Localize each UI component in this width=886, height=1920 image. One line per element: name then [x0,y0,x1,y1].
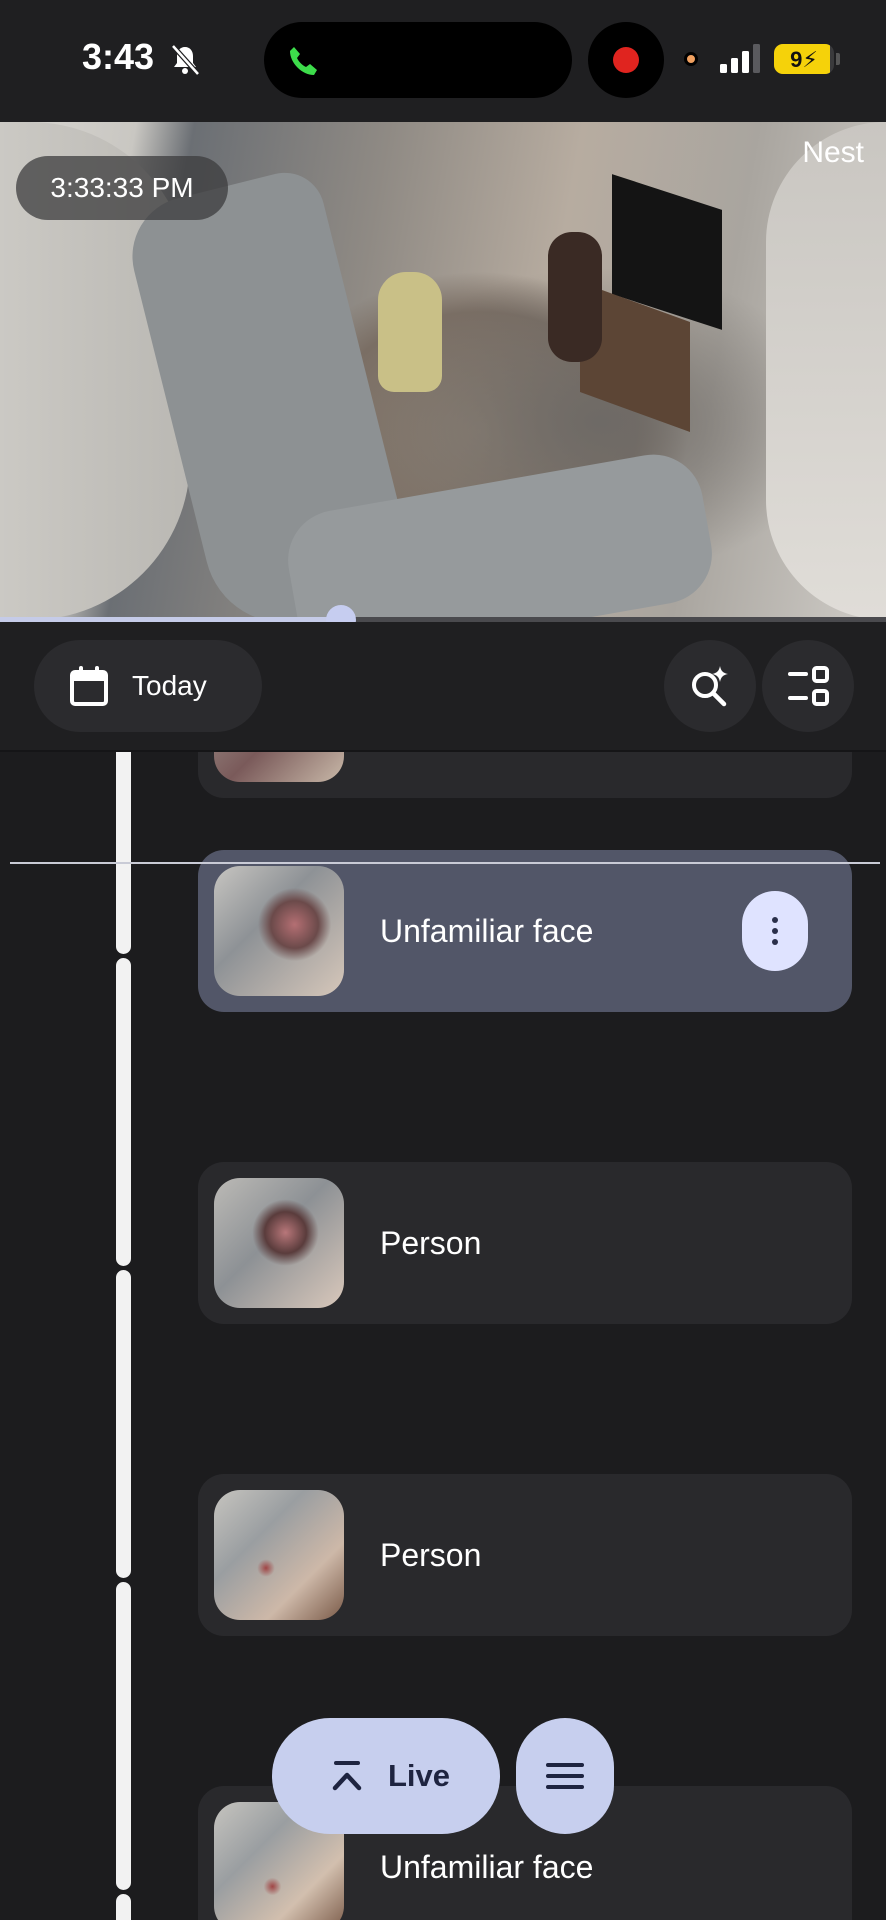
status-bar: 3:43 9⚡ [0,0,886,122]
history-toolbar: Today [0,622,886,750]
live-label: Live [388,1758,451,1793]
more-vert-icon-dot [772,928,778,934]
event-label: Unfamiliar face [380,913,594,949]
video-scene-person [548,232,602,362]
timeline-segment [116,752,131,954]
timeline-segment [116,1894,131,1920]
timeline-segment [116,1270,131,1578]
status-time: 3:43 [82,36,155,77]
video-scene-child [378,272,442,392]
battery-cap [836,53,840,65]
menu-icon-bar [546,1763,584,1767]
silent-bell-icon [171,44,200,76]
dynamic-island[interactable] [264,22,572,98]
timeline-segment [116,1582,131,1890]
timeline-segment [116,958,131,1266]
event-label: Person [380,1225,482,1261]
battery-indicator: 9⚡ [774,44,834,74]
date-picker-button[interactable]: Today [34,640,262,732]
more-vert-icon-dot [772,917,778,923]
phone-call-icon [290,47,317,75]
battery-level-text: 9⚡ [790,47,818,72]
calendar-icon [70,666,108,706]
timeline-view-icon [788,666,829,706]
event-card[interactable] [198,752,852,798]
event-label: Person [380,1537,482,1573]
view-toggle-button[interactable] [762,640,854,732]
menu-button[interactable] [516,1718,614,1834]
event-card-selected[interactable]: Unfamiliar face [198,850,852,1012]
camera-feed[interactable]: 3:33:33 PM Nest [0,122,886,620]
record-dot-icon [613,47,639,73]
event-thumbnail [214,866,344,996]
video-scene-wall-right [766,122,886,620]
video-timestamp: 3:33:33 PM [16,156,228,220]
jump-to-top-icon [332,1761,362,1791]
mic-in-use-indicator [684,52,698,66]
date-label: Today [132,670,207,701]
screen-recording-indicator[interactable] [588,22,664,98]
cellular-signal-icon [720,44,760,73]
more-vert-icon-dot [772,939,778,945]
event-card[interactable]: Person [198,1474,852,1636]
event-thumbnail [214,1490,344,1620]
nest-watermark: Nest [802,136,864,169]
event-more-options-button[interactable] [742,891,808,971]
go-live-button[interactable]: Live [272,1718,500,1834]
event-card[interactable]: Person [198,1162,852,1324]
sparkle-search-icon [692,666,728,707]
menu-icon-bar [546,1785,584,1789]
current-time-line [10,862,880,864]
event-thumbnail [214,1178,344,1308]
event-thumbnail [214,752,344,782]
menu-icon-bar [546,1774,584,1778]
ai-search-button[interactable] [664,640,756,732]
